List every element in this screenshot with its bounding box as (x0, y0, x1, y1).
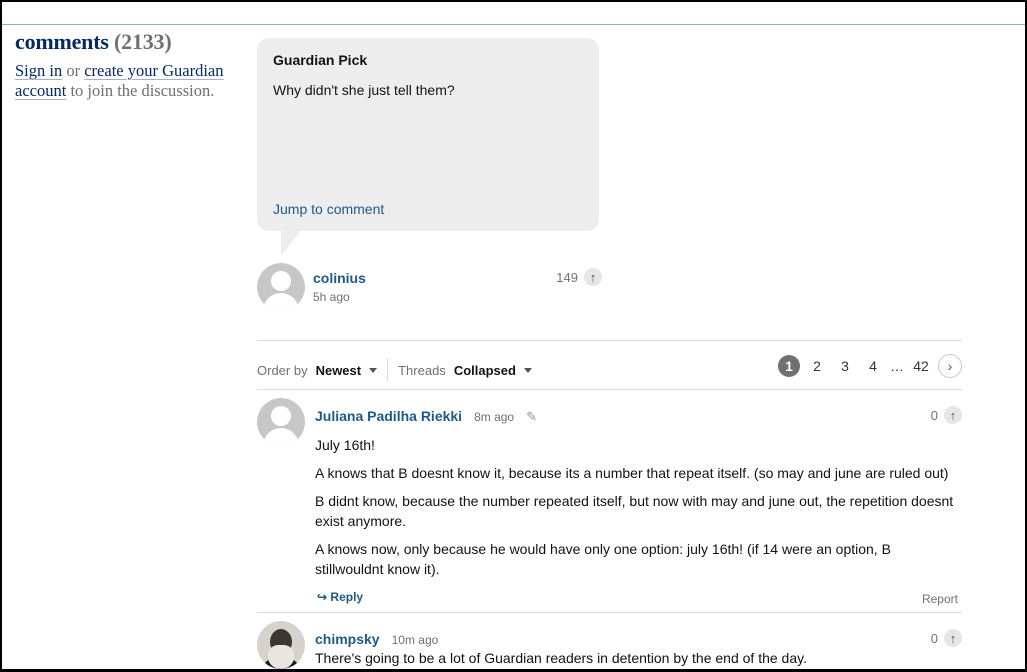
pick-body: Why didn't she just tell them? (273, 82, 455, 98)
signin-prompt: Sign in or create your Guardian account … (15, 61, 240, 101)
toolbar-divider (387, 358, 389, 382)
comment-vote-count: 0 (930, 630, 938, 646)
arrow-up-icon[interactable]: ↑ (944, 406, 962, 424)
threads-label: Threads (398, 362, 446, 378)
guardian-pick-card: Guardian Pick Why didn't she just tell t… (257, 38, 599, 231)
avatar[interactable] (257, 398, 305, 446)
avatar[interactable] (257, 263, 305, 311)
comment-paragraph: A knows now, only because he would have … (315, 541, 891, 577)
page-3-button[interactable]: 3 (834, 355, 856, 377)
comment-header: chimpsky 10m ago (315, 631, 438, 647)
sign-in-link[interactable]: Sign in (15, 61, 62, 80)
comment-author[interactable]: chimpsky (315, 631, 380, 647)
comment-divider (257, 612, 962, 613)
signin-or-text: or (62, 61, 85, 80)
comment-time[interactable]: 10m ago (392, 633, 439, 647)
pick-title: Guardian Pick (273, 52, 368, 68)
comment-time[interactable]: 8m ago (474, 410, 514, 424)
comment-votes: 0 ↑ (931, 406, 962, 424)
reply-label: Reply (330, 590, 364, 604)
report-link[interactable]: Report (922, 592, 958, 606)
pick-author: colinius 5h ago 149 ↑ (257, 263, 602, 313)
arrow-up-icon[interactable]: ↑ (584, 268, 602, 286)
comment-author[interactable]: Juliana Padilha Riekki (315, 408, 462, 424)
page-2-button[interactable]: 2 (806, 355, 828, 377)
comment-votes: 0 ↑ (931, 629, 962, 647)
sort-filters: Order by Newest Threads Collapsed (257, 358, 532, 382)
jump-to-comment-link[interactable]: Jump to comment (273, 201, 384, 217)
comment-body: There's going to be a lot of Guardian re… (315, 648, 955, 669)
order-by-select[interactable]: Newest (316, 363, 362, 378)
order-by-label: Order by (257, 362, 308, 378)
comment-item: Juliana Padilha Riekki 8m ago ✎ 0 ↑ July… (257, 398, 962, 608)
comment-paragraph: There's going to be a lot of Guardian re… (315, 650, 807, 666)
arrow-up-icon[interactable]: ↑ (944, 629, 962, 647)
join-discussion-text: to join the discussion. (66, 81, 215, 100)
comment-vote-count: 0 (930, 407, 938, 423)
comment-paragraph: July 16th! (315, 437, 375, 453)
pick-votes: 149 ↑ (556, 268, 602, 286)
comments-section: comments (2133) Sign in or create your G… (0, 0, 1027, 672)
comments-toolbar: Order by Newest Threads Collapsed 1 2 3 … (257, 340, 962, 390)
chevron-down-icon[interactable] (369, 367, 378, 373)
reply-button[interactable]: ↪ Reply (317, 590, 363, 604)
chevron-right-icon[interactable]: › (938, 354, 962, 378)
pick-vote-count: 149 (556, 269, 578, 285)
chevron-down-icon[interactable] (523, 367, 532, 373)
comments-heading: comments (2133) (15, 29, 240, 55)
pick-author-name[interactable]: colinius (313, 270, 366, 286)
comment-item: chimpsky 10m ago 0 ↑ There's going to be… (257, 621, 962, 669)
paperclip-icon: ✎ (526, 409, 537, 424)
pagination: 1 2 3 4 … 42 › (778, 354, 962, 378)
page-ellipsis: … (890, 358, 904, 374)
reply-arrow-icon: ↪ (317, 590, 328, 604)
pick-author-time: 5h ago (313, 290, 350, 304)
page-1-button[interactable]: 1 (778, 355, 800, 377)
section-top-rule (2, 24, 1025, 25)
pick-speech-tail (281, 230, 301, 256)
comment-paragraph: B didnt know, because the number repeate… (315, 493, 954, 529)
avatar[interactable] (257, 621, 305, 669)
comment-body: July 16th! A knows that B doesnt know it… (315, 435, 955, 587)
comment-paragraph: A knows that B doesnt know it, because i… (315, 465, 949, 481)
comments-count: (2133) (114, 29, 172, 54)
comments-title: comments (15, 29, 109, 54)
threads-select[interactable]: Collapsed (454, 363, 516, 378)
page-42-button[interactable]: 42 (910, 355, 932, 377)
page-4-button[interactable]: 4 (862, 355, 884, 377)
comment-header: Juliana Padilha Riekki 8m ago ✎ (315, 408, 537, 425)
comments-sidebar: comments (2133) Sign in or create your G… (15, 29, 240, 101)
